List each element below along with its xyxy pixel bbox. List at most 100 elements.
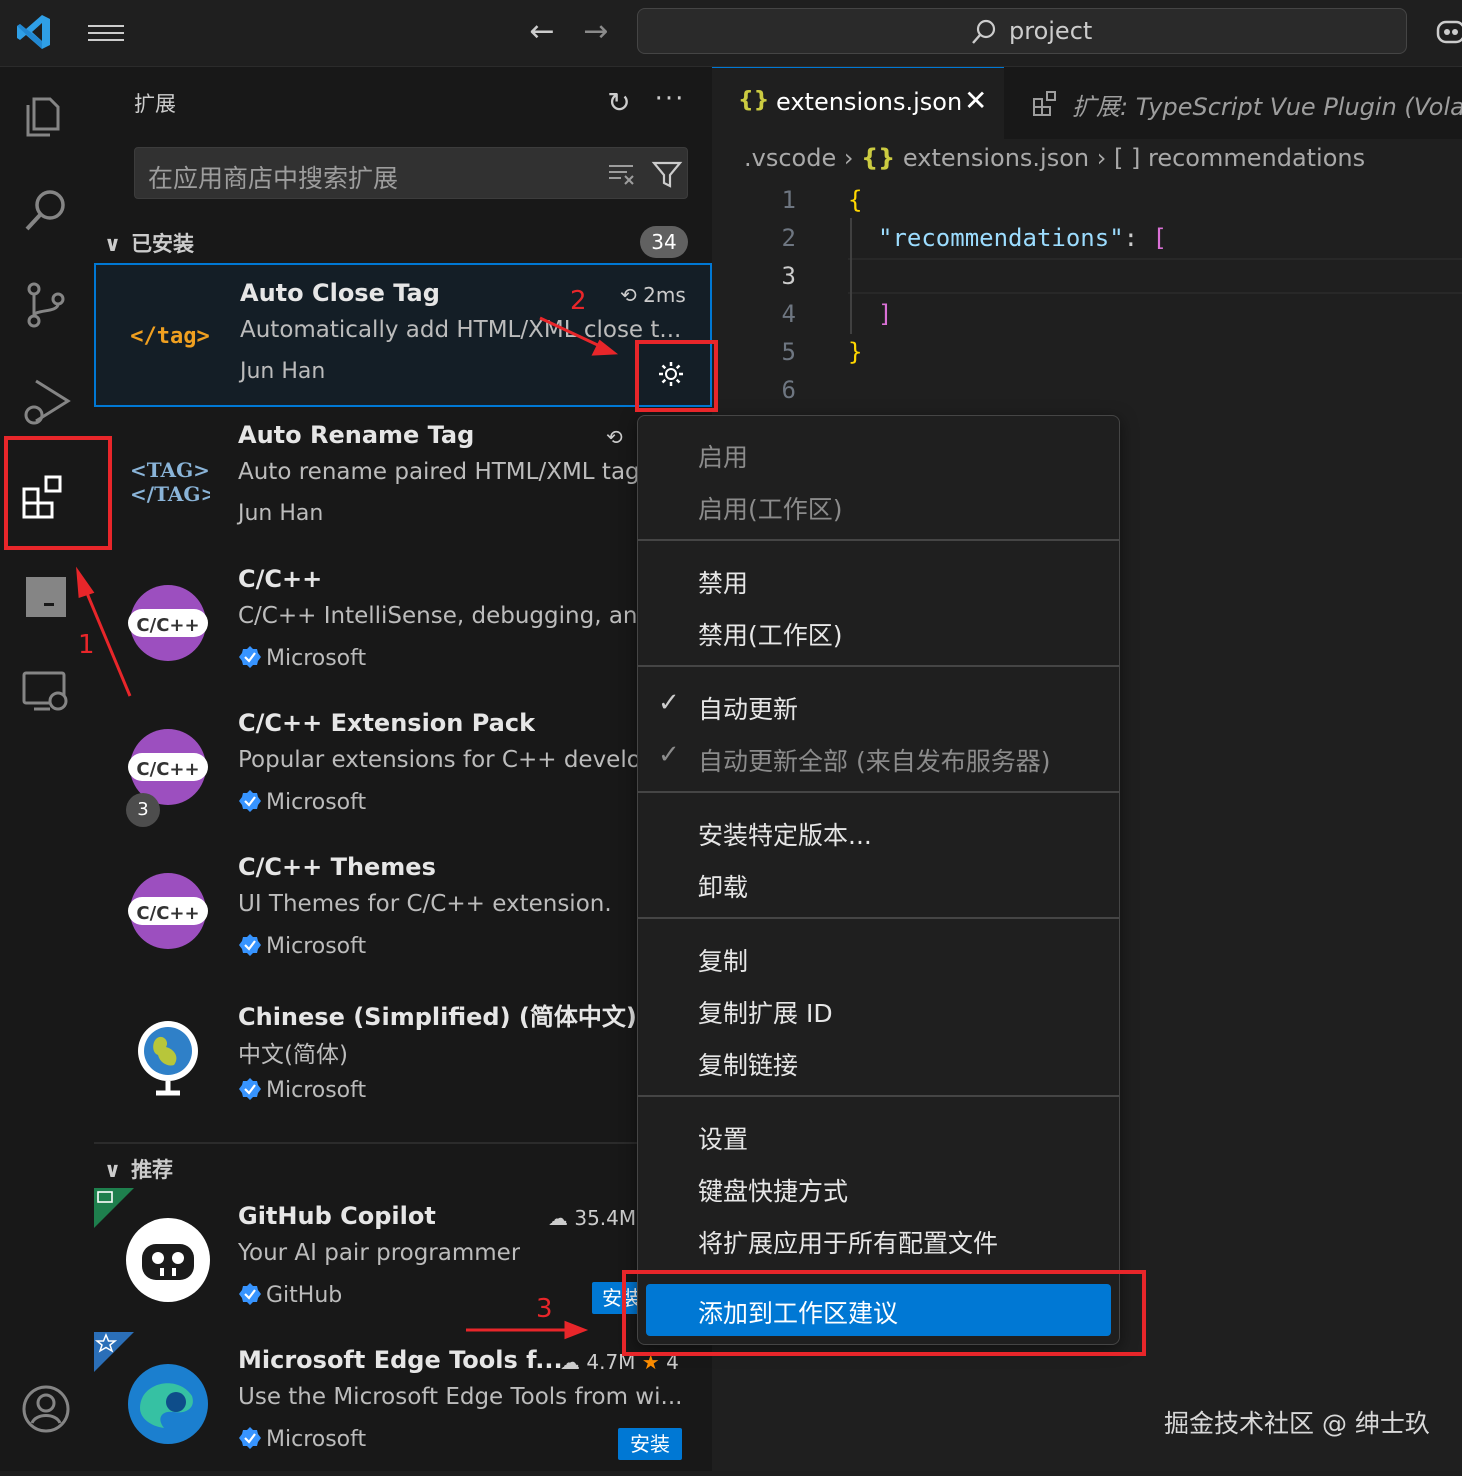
chevron-right-icon: › <box>843 144 862 172</box>
extension-item-cpp[interactable]: C/C++ C/C++ C/C++ IntelliSense, debuggin… <box>94 551 712 695</box>
menu-item-keyboard-shortcuts[interactable]: 键盘快捷方式 <box>698 1172 848 1208</box>
extension-item-cpp-extension-pack[interactable]: C/C++ 3 C/C++ Extension Pack Popular ext… <box>94 695 712 839</box>
section-divider <box>94 1142 712 1144</box>
extensions-search-input[interactable]: 在应用商店中搜索扩展 <box>134 147 688 199</box>
auto-close-tag-logo: </tag> <box>130 324 210 349</box>
extension-publisher: GitHub <box>238 1282 342 1308</box>
cloud-download-icon: ☁ <box>548 1206 568 1230</box>
menu-item-apply-to-all-profiles[interactable]: 将扩展应用于所有配置文件 <box>698 1224 998 1260</box>
tab-label: extensions.json <box>776 88 963 116</box>
menu-item-settings[interactable]: 设置 <box>698 1120 748 1156</box>
svg-text:C/C++: C/C++ <box>136 903 199 924</box>
menu-item-install-specific-version[interactable]: 安装特定版本... <box>698 816 872 852</box>
extension-name: C/C++ Extension Pack <box>238 709 536 737</box>
extension-description: Auto rename paired HTML/XML tag <box>238 459 638 485</box>
code-brace-open: { <box>848 186 863 214</box>
menu-item-uninstall[interactable]: 卸载 <box>698 868 748 904</box>
extension-description: Popular extensions for C++ develo <box>238 747 638 773</box>
menu-item-copy-extension-id[interactable]: 复制扩展 ID <box>698 994 833 1030</box>
close-icon[interactable]: ✕ <box>964 84 987 117</box>
extension-name: Auto Close Tag <box>240 279 440 307</box>
arrow-right-icon[interactable]: → <box>578 14 614 50</box>
menu-separator <box>638 917 1119 919</box>
extension-description: Your AI pair programmer <box>238 1240 521 1266</box>
globe-icon <box>138 1021 198 1096</box>
history-icon: ⟲ <box>606 425 623 449</box>
extension-publisher: Jun Han <box>240 359 326 384</box>
run-debug-icon[interactable] <box>20 375 72 427</box>
explorer-icon[interactable] <box>20 87 72 139</box>
check-icon: ✓ <box>658 688 680 718</box>
breadcrumb-symbol[interactable]: recommendations <box>1148 144 1365 172</box>
menu-separator <box>638 791 1119 793</box>
recommended-section-header[interactable]: ∨ 推荐 <box>104 1154 173 1184</box>
extension-item-auto-rename-tag[interactable]: <TAG> </TAG> Auto Rename Tag Auto rename … <box>94 407 712 551</box>
sidebar-title: 扩展 <box>134 92 176 116</box>
menu-item-copy[interactable]: 复制 <box>698 942 748 978</box>
extension-item-edge-tools[interactable]: Microsoft Edge Tools f... Use the Micros… <box>94 1332 712 1476</box>
annotation-number-3: 3 <box>536 1294 553 1324</box>
panel-icon[interactable] <box>20 571 72 623</box>
menu-separator <box>638 539 1119 541</box>
line-number-current: 3 <box>781 262 796 290</box>
cloud-download-icon: ☁ <box>560 1350 580 1374</box>
clear-filter-icon[interactable] <box>607 162 635 186</box>
extensions-icon <box>1033 91 1056 116</box>
menu-item-disable[interactable]: 禁用 <box>698 564 748 600</box>
extension-name: C/C++ Themes <box>238 853 436 881</box>
extension-publisher: Microsoft <box>238 1077 366 1103</box>
arrow-left-icon[interactable]: ← <box>524 14 560 50</box>
command-center-text: project <box>1009 17 1093 45</box>
search-icon <box>972 19 996 44</box>
extension-item-auto-close-tag[interactable]: </tag> Auto Close Tag Automatically add … <box>94 263 712 407</box>
extension-item-github-copilot[interactable]: GitHub Copilot Your AI pair programmer G… <box>94 1188 712 1332</box>
menu-item-disable-workspace[interactable]: 禁用(工作区) <box>698 616 843 652</box>
command-center-search[interactable]: project <box>637 8 1407 54</box>
menu-item-copy-link[interactable]: 复制链接 <box>698 1046 798 1082</box>
indent-guide <box>850 218 852 334</box>
installed-count-badge: 34 <box>640 226 688 258</box>
filter-icon[interactable] <box>651 158 683 190</box>
extension-publisher: Microsoft <box>238 1426 366 1452</box>
svg-text:</TAG>: </TAG> <box>130 482 210 506</box>
search-placeholder: 在应用商店中搜索扩展 <box>148 164 399 193</box>
line-number: 2 <box>781 224 796 252</box>
tab-extension-volar[interactable]: 扩展: TypeScript Vue Plugin (Volar) <box>1006 67 1462 139</box>
breadcrumb-file[interactable]: extensions.json <box>903 144 1089 172</box>
remote-explorer-icon[interactable] <box>20 665 72 717</box>
install-button[interactable]: 安装 <box>618 1428 682 1460</box>
extension-description: 中文(简体) <box>238 1042 348 1068</box>
extension-name: Chinese (Simplified) (简体中文) La <box>238 1003 638 1031</box>
search-icon[interactable] <box>20 183 72 235</box>
installed-section-header[interactable]: ∨ 已安装 <box>104 228 194 258</box>
menu-item-auto-update[interactable]: 自动更新 <box>698 690 798 726</box>
verified-icon <box>239 1283 261 1305</box>
download-count: ☁ 35.4M <box>548 1206 637 1230</box>
verified-icon <box>239 646 261 668</box>
extension-name: Microsoft Edge Tools f... <box>238 1346 563 1374</box>
extension-item-cpp-themes[interactable]: C/C++ C/C++ Themes UI Themes for C/C++ e… <box>94 839 712 983</box>
more-actions-icon[interactable]: ··· <box>650 86 690 120</box>
array-icon: [ ] <box>1113 144 1141 172</box>
chevron-right-icon: › <box>1096 144 1114 172</box>
extension-item-chinese-language-pack[interactable]: Chinese (Simplified) (简体中文) La 中文(简体) Mi… <box>94 983 712 1127</box>
code-line-2[interactable]: "recommendations": [ <box>878 224 1167 252</box>
menu-icon[interactable] <box>88 20 124 48</box>
menu-item-enable: 启用 <box>698 443 749 472</box>
svg-text:C/C++: C/C++ <box>136 759 199 780</box>
extension-publisher: Microsoft <box>238 645 366 671</box>
breadcrumb-folder[interactable]: .vscode <box>744 144 836 172</box>
edge-logo <box>128 1364 208 1444</box>
activation-time: ⟲ 2ms <box>620 283 686 307</box>
refresh-icon[interactable]: ↻ <box>602 86 636 120</box>
extension-context-menu: 启用 启用(工作区) 禁用 禁用(工作区) ✓ 自动更新 ✓ 自动更新全部 (来… <box>637 415 1120 1345</box>
source-control-icon[interactable] <box>20 279 72 331</box>
json-file-icon: {} <box>861 144 896 172</box>
tab-extensions-json[interactable]: {} extensions.json ✕ <box>712 67 1004 139</box>
svg-text:C/C++: C/C++ <box>136 615 199 636</box>
menu-separator <box>638 1095 1119 1097</box>
copilot-icon[interactable] <box>1434 14 1462 48</box>
auto-rename-tag-logo: <TAG></TAG> <box>130 458 210 506</box>
account-icon[interactable] <box>20 1383 72 1435</box>
line-number: 1 <box>781 186 796 214</box>
